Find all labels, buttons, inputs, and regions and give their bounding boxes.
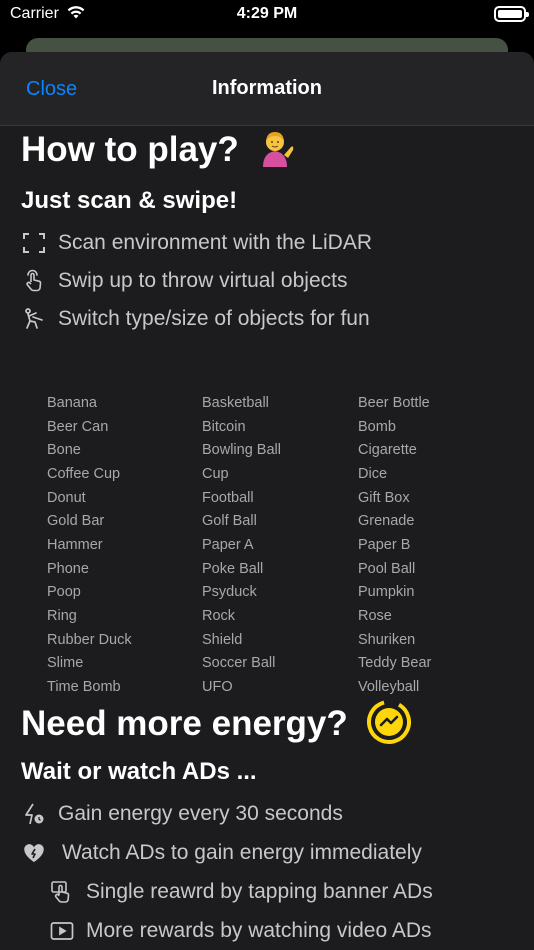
object-item: Bitcoin — [202, 418, 246, 435]
object-item: Shield — [202, 631, 243, 648]
object-item: Rock — [202, 607, 236, 624]
feature-watch-ads-text: Watch ADs to gain energy immediately — [62, 841, 422, 864]
status-time: 4:29 PM — [236, 5, 298, 22]
how-to-play-heading: How to play? — [21, 129, 295, 177]
object-item: Pumpkin — [358, 584, 415, 601]
object-item: UFO — [202, 678, 233, 695]
feature-video-ads-text: More rewards by watching video ADs — [86, 919, 432, 942]
feature-watch-ads: Watch ADs to gain energy immediately — [21, 838, 422, 868]
object-item: Volleyball — [358, 678, 420, 695]
feature-scan: Scan environment with the LiDAR — [21, 228, 372, 258]
feature-tap-banner-text: Single reawrd by tapping banner ADs — [86, 880, 433, 903]
object-item: Dice — [358, 465, 388, 482]
heart-bolt-icon — [21, 840, 47, 866]
object-item: Gift Box — [358, 489, 410, 506]
object-item: Gold Bar — [47, 513, 105, 530]
bolt-timer-icon — [21, 801, 47, 827]
object-item: Beer Can — [47, 418, 109, 435]
object-item: Donut — [47, 489, 86, 506]
object-item: Cigarette — [358, 442, 417, 459]
feature-tap-banner: Single reawrd by tapping banner ADs — [49, 877, 433, 907]
object-item: Banana — [47, 395, 97, 411]
object-item: Grenade — [358, 513, 415, 530]
object-item: Rose — [358, 607, 392, 624]
object-item: Teddy Bear — [358, 655, 432, 672]
how-to-play-title: How to play? — [21, 130, 239, 169]
energy-subtitle: Wait or watch ADs ... — [21, 758, 257, 785]
feature-gain-energy: Gain energy every 30 seconds — [21, 799, 343, 829]
energy-timer-icon — [366, 699, 412, 755]
object-item: Football — [202, 489, 254, 506]
object-item: Shuriken — [358, 631, 416, 648]
feature-video-ads: More rewards by watching video ADs — [49, 916, 432, 946]
object-item: Slime — [47, 655, 84, 672]
object-item: Rubber Duck — [47, 631, 132, 648]
object-item: Beer Bottle — [358, 395, 430, 411]
hand-tap-icon — [49, 879, 75, 905]
feature-gain-energy-text: Gain energy every 30 seconds — [58, 802, 343, 825]
object-item: Poke Ball — [202, 560, 264, 577]
person-tipping-hand-icon — [255, 129, 295, 177]
object-item: Basketball — [202, 395, 269, 411]
object-item: Poop — [47, 584, 81, 601]
object-item: Soccer Ball — [202, 655, 276, 672]
energy-heading: Need more energy? — [21, 699, 412, 755]
object-item: Paper B — [358, 536, 411, 553]
battery-icon — [494, 6, 529, 22]
object-item: Paper A — [202, 536, 254, 553]
object-item: Bowling Ball — [202, 442, 281, 459]
object-item: Bomb — [358, 418, 396, 435]
information-sheet: Close Information How to play? Just scan… — [0, 52, 534, 950]
object-item: Cup — [202, 465, 229, 482]
object-item: Bone — [47, 442, 81, 459]
object-item: Time Bomb — [47, 678, 121, 695]
object-item: Golf Ball — [202, 513, 257, 530]
object-item: Phone — [47, 560, 89, 577]
energy-title: Need more energy? — [21, 704, 348, 743]
how-to-play-subtitle: Just scan & swipe! — [21, 187, 238, 214]
object-item: Psyduck — [202, 584, 257, 601]
feature-switch: Switch type/size of objects for fun — [21, 304, 370, 334]
objects-list: Banana Basketball Beer Bottle Beer Can Bitco… — [47, 392, 517, 700]
feature-switch-text: Switch type/size of objects for fun — [58, 307, 370, 330]
nav-title: Information — [212, 77, 322, 99]
object-item: Coffee Cup — [47, 465, 121, 482]
object-item: Ring — [47, 607, 77, 624]
hand-swipe-icon — [21, 268, 47, 294]
feature-swipe: Swip up to throw virtual objects — [21, 266, 347, 296]
scan-frame-icon — [21, 230, 47, 256]
feature-swipe-text: Swip up to throw virtual objects — [58, 269, 348, 292]
play-rectangle-icon — [49, 918, 75, 944]
status-bar: Carrier 4:29 PM — [0, 0, 534, 30]
feature-scan-text: Scan environment with the LiDAR — [58, 231, 372, 254]
person-throw-icon — [21, 306, 47, 332]
object-item: Pool Ball — [358, 560, 416, 577]
object-item: Hammer — [47, 536, 103, 553]
navigation-bar: Close Information — [0, 52, 534, 126]
